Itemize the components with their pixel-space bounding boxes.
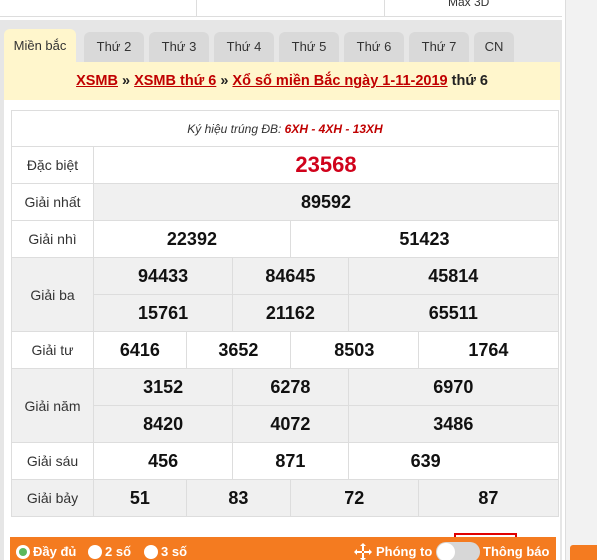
prize-number: 51423 (289, 220, 560, 258)
tab-thu-7[interactable]: Thứ 7 (409, 32, 469, 62)
prize-number: 65511 (347, 294, 560, 332)
breadcrumb-xsmb[interactable]: XSMB (76, 73, 118, 89)
breadcrumb-title: XSMB » XSMB thứ 6 » Xổ số miền Bắc ngày … (4, 62, 560, 100)
prize-label-fourth: Giải tư (11, 331, 94, 369)
prize-number: 87 (417, 479, 560, 517)
radio-2-digits-label: 2 số (105, 544, 132, 559)
table-row: Ký hiệu trúng ĐB: 6XH - 4XH - 13XH (11, 110, 559, 147)
table-row: 15761 21162 65511 (12, 294, 560, 332)
table-row: 8420 4072 3486 (12, 405, 560, 443)
radio-3-digits-label: 3 số (161, 544, 188, 559)
prize-number: 22392 (93, 220, 291, 258)
prize-label-special: Đặc biệt (11, 146, 94, 184)
prize-number: 84645 (232, 257, 349, 295)
table-row: Giải tư 6416 3652 8503 1764 (11, 331, 560, 369)
prize-number: 23568 (93, 146, 559, 184)
prize-number: 94433 (92, 257, 234, 295)
prize-number: 89592 (93, 183, 559, 221)
breadcrumb-separator: » (117, 73, 135, 89)
table-row: Giải ba 94433 84645 45814 (11, 257, 560, 332)
tab-thu-3[interactable]: Thứ 3 (149, 32, 209, 62)
tab-thu-2[interactable]: Thứ 2 (84, 32, 144, 62)
table-row: Giải sáu 456 871 639 (11, 442, 560, 480)
table-row: Giải năm 3152 6278 6970 (11, 368, 560, 443)
prize-number: 4072 (232, 405, 349, 443)
breadcrumb-date[interactable]: Xổ số miền Bắc ngày 1-11-2019 (232, 73, 447, 89)
prize-number: 8420 (92, 405, 234, 443)
prize-label-seventh: Giải bảy (11, 479, 94, 517)
prize-label-third: Giải ba (11, 257, 94, 332)
prize-number: 8503 (289, 331, 419, 369)
prize-label-second: Giải nhì (11, 220, 94, 258)
tab-thu-5[interactable]: Thứ 5 (279, 32, 339, 62)
page: Max 3D Miền bắc Thứ 2 Thứ 3 Thứ 4 Thứ 5 … (0, 0, 597, 560)
floating-widget[interactable] (570, 545, 597, 560)
zoom-label[interactable]: Phóng to (376, 544, 432, 559)
prize-number: 83 (185, 479, 291, 517)
prize-label-sixth: Giải sáu (11, 442, 94, 480)
right-gutter (565, 0, 597, 560)
breadcrumb-separator: » (216, 73, 233, 89)
prize-number: 871 (232, 442, 349, 480)
tab-thu-6[interactable]: Thứ 6 (344, 32, 404, 62)
results-panel: Miền bắc Thứ 2 Thứ 3 Thứ 4 Thứ 5 Thứ 6 T… (0, 20, 562, 560)
title-suffix: thứ 6 (447, 73, 488, 89)
prize-number: 456 (92, 442, 234, 480)
prize-label-first: Giải nhất (11, 183, 94, 221)
tab-cn[interactable]: CN (474, 32, 514, 62)
divider (196, 0, 197, 17)
prize-number: 639 (347, 442, 560, 480)
zoom-icon[interactable] (354, 543, 372, 560)
divider (384, 0, 385, 17)
prize-number: 51 (93, 479, 187, 517)
top-strip: Max 3D (0, 0, 562, 17)
radio-full[interactable] (16, 545, 30, 559)
prize-number: 6970 (347, 368, 560, 406)
prize-number: 45814 (347, 257, 560, 295)
tab-mien-bac[interactable]: Miền bắc (4, 29, 76, 62)
prize-label-fifth: Giải năm (11, 368, 94, 443)
prize-number: 15761 (92, 294, 234, 332)
table-row: Đặc biệt 23568 (11, 146, 559, 184)
radio-2-digits[interactable] (88, 545, 102, 559)
max3d-link[interactable]: Max 3D (448, 0, 489, 9)
prize-number: 6278 (232, 368, 349, 406)
day-tabs: Miền bắc Thứ 2 Thứ 3 Thứ 4 Thứ 5 Thứ 6 T… (4, 29, 560, 62)
table-row: Giải nhất 89592 (11, 183, 559, 221)
breadcrumb-xsmb-thu-6[interactable]: XSMB thứ 6 (134, 73, 216, 89)
prize-number: 3152 (92, 368, 234, 406)
notify-label: Thông báo (483, 544, 550, 559)
table-row: Giải nhì 22392 51423 (11, 220, 560, 258)
prize-number: 21162 (232, 294, 349, 332)
prize-number: 72 (289, 479, 419, 517)
special-symbol: Ký hiệu trúng ĐB: 6XH - 4XH - 13XH (11, 110, 559, 147)
prize-number: 6416 (93, 331, 187, 369)
radio-full-label: Đầy đủ (33, 544, 77, 559)
results-box: Ký hiệu trúng ĐB: 6XH - 4XH - 13XH Đặc b… (4, 100, 560, 560)
notify-toggle[interactable] (436, 542, 480, 560)
display-options-bar: Đầy đủ 2 số 3 số Phóng to Thông báo (10, 537, 556, 560)
radio-3-digits[interactable] (144, 545, 158, 559)
results-table: Ký hiệu trúng ĐB: 6XH - 4XH - 13XH Đặc b… (11, 110, 560, 517)
prize-number: 3652 (185, 331, 291, 369)
table-row: Giải bảy 51 83 72 87 (11, 479, 560, 517)
prize-number: 1764 (417, 331, 560, 369)
tab-thu-4[interactable]: Thứ 4 (214, 32, 274, 62)
prize-number: 3486 (347, 405, 560, 443)
